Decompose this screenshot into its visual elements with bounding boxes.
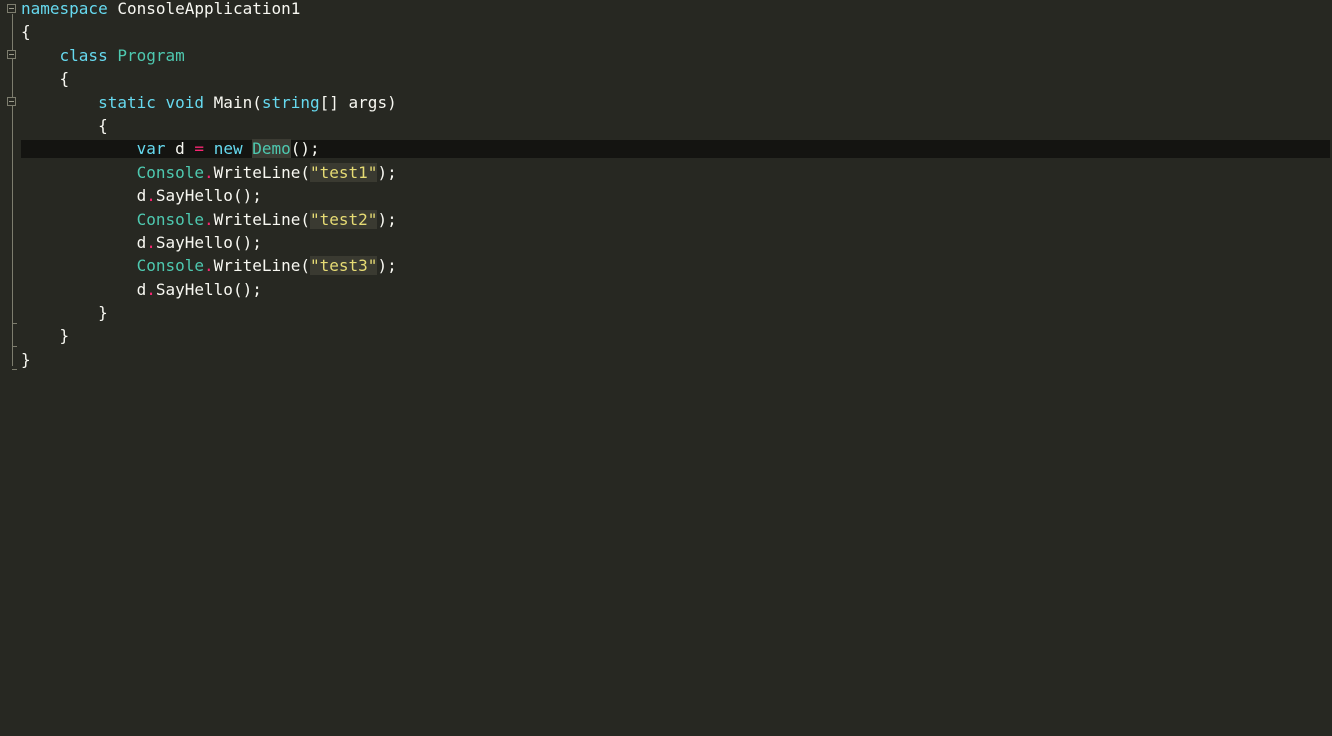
code-line-15[interactable]: }: [21, 327, 1332, 350]
code-line-1[interactable]: namespace ConsoleApplication1: [21, 0, 1332, 23]
fold-guide-namespace: [12, 14, 13, 366]
type-console: Console: [136, 162, 205, 182]
dot-operator: .: [204, 162, 214, 182]
type-string: string: [261, 92, 320, 112]
method-sayhello: SayHello();: [155, 279, 262, 299]
code-line-14[interactable]: }: [21, 304, 1332, 327]
fold-end-namespace: [12, 369, 17, 370]
fold-end-method: [12, 323, 17, 324]
keyword-void: void: [165, 92, 205, 112]
collapse-namespace-icon[interactable]: [7, 4, 16, 13]
method-params: [] args): [319, 92, 397, 112]
operator-assign: =: [194, 139, 205, 159]
namespace-name: ConsoleApplication1: [117, 0, 301, 18]
keyword-namespace: namespace: [21, 0, 108, 18]
keyword-class: class: [59, 45, 108, 65]
brace: {: [21, 22, 31, 42]
variable-d: d: [175, 139, 185, 159]
collapse-method-icon[interactable]: [7, 97, 16, 106]
code-line-6[interactable]: {: [21, 115, 1332, 140]
variable-d: d: [136, 186, 147, 206]
keyword-var: var: [136, 139, 166, 159]
fold-gutter: [0, 0, 20, 736]
keyword-static: static: [98, 92, 156, 112]
fold-end-class: [12, 346, 17, 347]
string-literal: "test1": [310, 162, 378, 182]
method-writeline: WriteLine(: [213, 256, 310, 276]
brace: {: [59, 69, 70, 89]
code-line-11[interactable]: d.SayHello();: [21, 232, 1332, 257]
code-line-16[interactable]: }: [21, 349, 1332, 374]
statement-end: );: [377, 256, 397, 276]
code-line-13[interactable]: d.SayHello();: [21, 279, 1332, 304]
brace: {: [98, 115, 108, 135]
string-literal: "test2": [310, 209, 378, 229]
variable-d: d: [136, 232, 147, 252]
code-line-3[interactable]: class Program: [21, 45, 1332, 70]
code-line-10[interactable]: Console.WriteLine("test2");: [21, 209, 1332, 234]
statement-end: );: [377, 162, 397, 182]
keyword-new: new: [213, 139, 243, 159]
method-sayhello: SayHello();: [155, 232, 262, 252]
code-lines[interactable]: namespace ConsoleApplication1 { class Pr…: [21, 0, 1332, 374]
method-sayhello: SayHello();: [155, 186, 262, 206]
collapse-class-icon[interactable]: [7, 50, 16, 59]
class-name: Program: [117, 45, 185, 65]
code-line-9[interactable]: d.SayHello();: [21, 187, 1332, 210]
method-writeline: WriteLine(: [213, 162, 310, 182]
string-literal: "test3": [310, 256, 378, 276]
code-line-7-current[interactable]: var d = new Demo();: [21, 139, 1332, 163]
method-name: Main(: [213, 92, 262, 112]
dot-operator: .: [204, 209, 214, 229]
code-line-5[interactable]: static void Main(string[] args): [21, 92, 1332, 117]
code-line-8[interactable]: Console.WriteLine("test1");: [21, 162, 1332, 187]
code-line-12[interactable]: Console.WriteLine("test3");: [21, 256, 1332, 280]
code-line-4[interactable]: {: [21, 70, 1332, 93]
method-writeline: WriteLine(: [213, 209, 310, 229]
code-line-2[interactable]: {: [21, 23, 1332, 46]
type-console: Console: [136, 209, 205, 229]
type-demo: Demo: [252, 139, 291, 159]
dot-operator: .: [146, 232, 156, 252]
code-editor[interactable]: namespace ConsoleApplication1 { class Pr…: [0, 0, 1332, 736]
type-console: Console: [136, 256, 205, 276]
brace: }: [59, 326, 70, 346]
dot-operator: .: [146, 279, 156, 299]
brace: }: [21, 349, 31, 369]
call-parens: ();: [290, 139, 320, 159]
brace: }: [98, 303, 108, 323]
statement-end: );: [377, 209, 397, 229]
variable-d: d: [136, 279, 147, 299]
dot-operator: .: [146, 186, 156, 206]
dot-operator: .: [204, 256, 214, 276]
